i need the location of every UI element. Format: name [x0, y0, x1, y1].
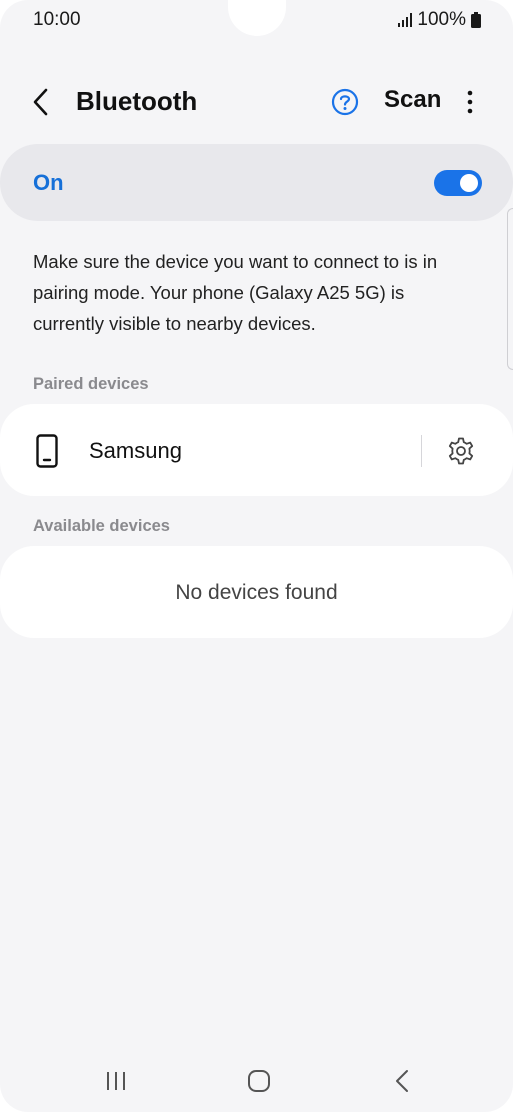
help-icon[interactable]: [331, 88, 359, 116]
phone-icon: [36, 434, 58, 468]
navigation-bar: [0, 1062, 513, 1102]
home-icon[interactable]: [246, 1068, 272, 1094]
toggle-label: On: [33, 170, 64, 195]
available-devices-list: No devices found: [0, 546, 513, 638]
nav-back-icon[interactable]: [392, 1068, 412, 1094]
bluetooth-toggle-row[interactable]: On: [0, 144, 513, 221]
more-options-icon[interactable]: [460, 88, 480, 116]
signal-icon: [398, 13, 413, 27]
battery-percent: 100%: [417, 9, 466, 30]
battery-icon: [471, 12, 481, 28]
camera-notch: [228, 0, 286, 36]
scan-button[interactable]: Scan: [384, 86, 441, 114]
available-devices-header: Available devices: [33, 517, 170, 535]
device-name: Samsung: [89, 438, 182, 463]
scroll-indicator: [507, 208, 513, 370]
page-title: Bluetooth: [76, 86, 198, 116]
pairing-description: Make sure the device you want to connect…: [33, 251, 438, 334]
gear-icon[interactable]: [446, 436, 476, 466]
status-time: 10:00: [33, 9, 81, 30]
status-indicators: 100%: [398, 9, 481, 31]
paired-device-row[interactable]: Samsung: [0, 404, 513, 496]
toggle-knob: [460, 174, 478, 192]
back-icon[interactable]: [28, 86, 56, 118]
paired-devices-header: Paired devices: [33, 375, 149, 393]
bluetooth-toggle-switch[interactable]: [434, 170, 482, 196]
device-divider: [421, 435, 422, 467]
app-header: Bluetooth Scan: [0, 72, 513, 132]
recents-icon[interactable]: [103, 1069, 129, 1093]
no-devices-text: No devices found: [175, 581, 338, 604]
bluetooth-settings-screen: 10:00 100% Bluetooth Scan On Make sure t…: [0, 0, 513, 1112]
status-bar: 10:00 100%: [0, 0, 513, 40]
